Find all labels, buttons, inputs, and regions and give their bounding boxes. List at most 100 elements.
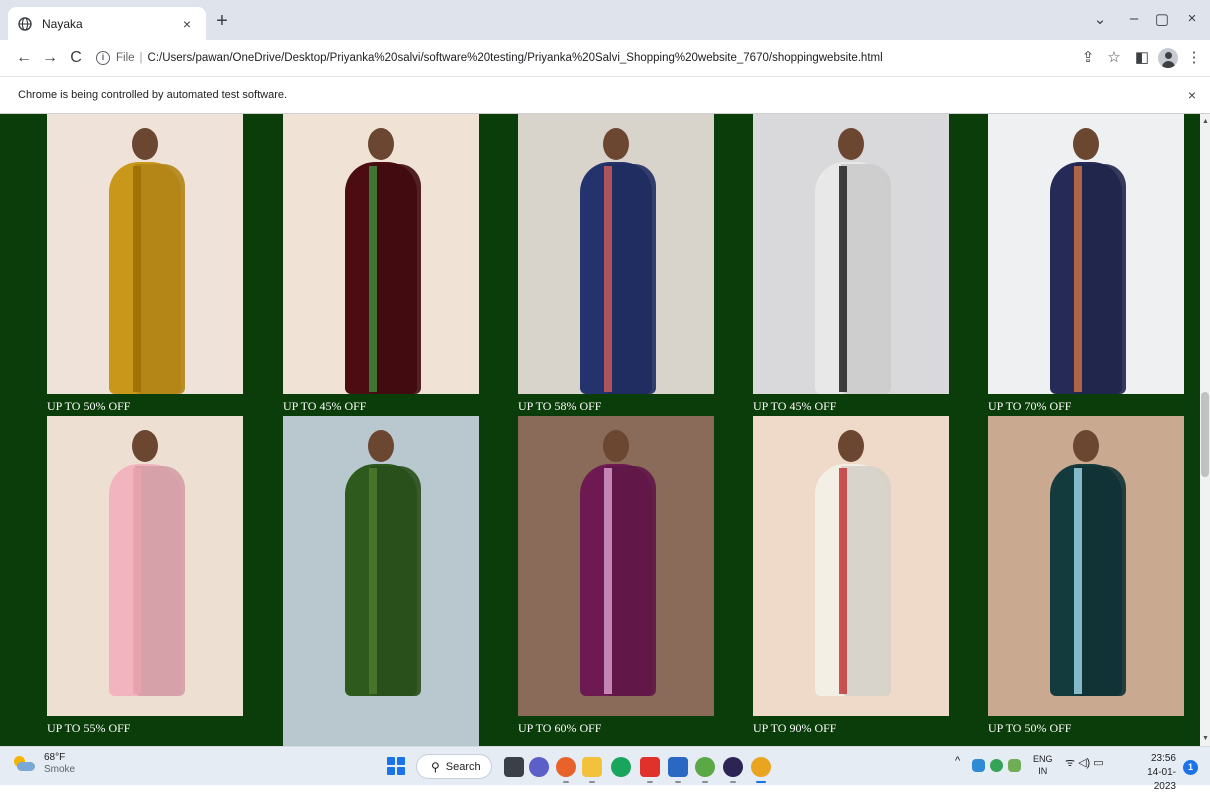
saree-border — [839, 468, 847, 694]
offer-label: UP TO 50% OFF — [988, 721, 1072, 735]
product-image[interactable] — [753, 114, 949, 394]
word-icon[interactable] — [668, 757, 688, 783]
model-head — [603, 128, 629, 160]
saree-border — [839, 166, 847, 392]
product-card[interactable]: UP TO 45% OFF — [753, 114, 949, 413]
model-head — [838, 430, 864, 462]
product-image[interactable] — [988, 416, 1184, 716]
tab-close-icon[interactable]: × — [178, 16, 196, 32]
tab-search-icon[interactable]: ⌄ — [1088, 10, 1112, 28]
lang-top: ENG — [1033, 754, 1053, 764]
browser-menu-icon[interactable]: ⋮ — [1184, 48, 1204, 68]
product-card[interactable]: UP TO 58% OFF — [518, 114, 714, 413]
scroll-up-arrow-icon[interactable]: ▲ — [1202, 118, 1209, 125]
back-button[interactable]: ← — [14, 48, 34, 68]
offer-label: UP TO 45% OFF — [753, 399, 837, 413]
saree-border — [1074, 166, 1082, 392]
product-card[interactable]: UP TO 70% OFF — [988, 114, 1184, 413]
vertical-scrollbar[interactable]: ▲ ▼ — [1200, 114, 1210, 746]
weather-desc: Smoke — [44, 764, 76, 775]
file-explorer-icon[interactable] — [582, 757, 602, 783]
product-image[interactable] — [283, 114, 479, 394]
product-card[interactable]: UP TO 50% OFF — [988, 416, 1184, 735]
product-image[interactable] — [283, 416, 479, 746]
saree-border — [369, 166, 377, 392]
saree-border — [604, 468, 612, 694]
saree-border — [604, 166, 612, 392]
tray-sync-icon[interactable] — [1008, 759, 1021, 772]
firefox-icon[interactable] — [556, 757, 576, 783]
saree-drape — [841, 164, 891, 394]
language-indicator[interactable]: ENG IN — [1033, 753, 1053, 777]
forward-button[interactable]: → — [40, 48, 60, 68]
pdf-reader-icon[interactable] — [640, 757, 660, 783]
product-card[interactable]: UP TO 55% OFF — [47, 416, 243, 735]
product-card[interactable] — [283, 416, 479, 746]
model-head — [838, 128, 864, 160]
url-scheme: File — [116, 52, 135, 64]
ide-icon[interactable] — [723, 757, 743, 783]
site-info-icon[interactable]: i — [96, 51, 110, 65]
infobar-close-icon[interactable]: × — [1188, 87, 1196, 103]
tray-chevron-icon[interactable]: ^ — [955, 755, 960, 767]
infobar-message: Chrome is being controlled by automated … — [18, 89, 288, 101]
clock-date: 14-01-2023 — [1147, 767, 1176, 792]
offer-label: UP TO 55% OFF — [47, 721, 131, 735]
share-icon[interactable]: ⇪ — [1078, 48, 1098, 68]
maximize-button[interactable]: ▢ — [1150, 10, 1174, 28]
taskbar-search[interactable]: ⚲ Search — [416, 754, 492, 779]
chrome-active-icon[interactable] — [751, 757, 771, 783]
tray-security-icon[interactable] — [990, 759, 1003, 772]
model-head — [1073, 128, 1099, 160]
offer-label: UP TO 50% OFF — [47, 399, 131, 413]
reload-button[interactable]: C — [66, 48, 86, 68]
product-image[interactable] — [47, 114, 243, 394]
product-image[interactable] — [518, 416, 714, 716]
clock-time: 23:56 — [1150, 753, 1176, 764]
chrome-icon[interactable] — [611, 757, 631, 777]
url-text[interactable]: C:/Users/pawan/OneDrive/Desktop/Priyanka… — [148, 52, 883, 64]
url-separator: | — [139, 52, 143, 64]
product-card[interactable]: UP TO 90% OFF — [753, 416, 949, 735]
side-panel-icon[interactable]: ◧ — [1132, 48, 1152, 68]
product-card[interactable]: UP TO 60% OFF — [518, 416, 714, 735]
product-card[interactable]: UP TO 45% OFF — [283, 114, 479, 413]
minimize-button[interactable]: – — [1122, 10, 1146, 27]
bookmark-star-icon[interactable]: ☆ — [1104, 48, 1124, 68]
notification-badge[interactable]: 1 — [1183, 760, 1198, 775]
scrollbar-thumb[interactable] — [1201, 392, 1209, 477]
offer-label: UP TO 58% OFF — [518, 399, 602, 413]
saree-border — [133, 468, 141, 694]
address-bar[interactable]: i File | C:/Users/pawan/OneDrive/Desktop… — [92, 45, 1120, 71]
saree-drape — [841, 466, 891, 696]
windows-taskbar: 68°F Smoke ⚲ Search ^ ENG IN ᯤ ◁) ▭ 23:5… — [0, 746, 1210, 792]
browser-tab[interactable]: Nayaka × — [8, 7, 206, 40]
saree-border — [133, 166, 141, 392]
teams-chat-icon[interactable] — [529, 757, 549, 777]
new-tab-button[interactable]: + — [210, 10, 234, 34]
eclipse-icon[interactable] — [695, 757, 715, 783]
wifi-volume-battery-icons[interactable]: ᯤ ◁) ▭ — [1065, 755, 1104, 770]
product-image[interactable] — [753, 416, 949, 716]
saree-drape — [1076, 466, 1126, 696]
automation-infobar: Chrome is being controlled by automated … — [0, 76, 1210, 114]
start-button[interactable] — [387, 757, 405, 775]
model-head — [603, 430, 629, 462]
close-window-button[interactable]: × — [1180, 10, 1204, 27]
lang-bottom: IN — [1038, 766, 1048, 776]
system-clock[interactable]: 23:56 14-01-2023 — [1126, 752, 1176, 794]
saree-drape — [606, 164, 656, 394]
product-image[interactable] — [988, 114, 1184, 394]
product-card[interactable]: UP TO 50% OFF — [47, 114, 243, 413]
scroll-down-arrow-icon[interactable]: ▼ — [1202, 735, 1209, 742]
product-image[interactable] — [518, 114, 714, 394]
profile-avatar-icon[interactable] — [1158, 48, 1178, 68]
tray-app-icon[interactable] — [972, 759, 985, 772]
weather-widget[interactable]: 68°F Smoke — [14, 752, 75, 776]
task-view-icon[interactable] — [504, 757, 524, 777]
product-image[interactable] — [47, 416, 243, 716]
weather-icon — [14, 756, 36, 772]
offer-label: UP TO 70% OFF — [988, 399, 1072, 413]
saree-drape — [371, 466, 421, 696]
model-head — [132, 128, 158, 160]
